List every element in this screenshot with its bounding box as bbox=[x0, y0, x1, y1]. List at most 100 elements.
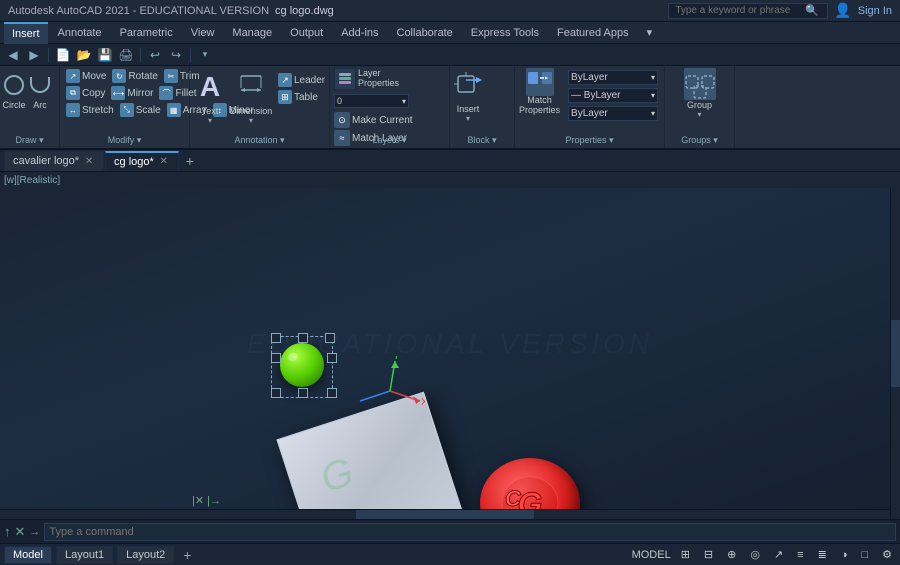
layers-group-label[interactable]: Layers ▾ bbox=[330, 135, 449, 146]
layer-properties-button[interactable] bbox=[334, 68, 356, 90]
qat-save-button[interactable]: 💾 bbox=[96, 46, 114, 64]
cmd-arrow-icon[interactable]: → bbox=[29, 526, 40, 538]
groups-group-label[interactable]: Groups ▾ bbox=[665, 135, 734, 146]
ribbon-tab-view[interactable]: View bbox=[183, 22, 223, 44]
status-sel-icon[interactable]: □ bbox=[857, 548, 872, 562]
status-model-label: MODEL bbox=[632, 549, 671, 561]
properties-group-label[interactable]: Properties ▾ bbox=[515, 135, 664, 146]
ribbon-tab-output[interactable]: Output bbox=[282, 22, 331, 44]
ribbon-tab-insert[interactable]: Insert bbox=[4, 22, 48, 44]
status-gear-icon[interactable]: ⚙ bbox=[878, 547, 896, 562]
draw-group-label[interactable]: Draw ▾ bbox=[0, 135, 59, 146]
group-icon bbox=[684, 68, 716, 100]
layer-dropdown[interactable]: 0 ▾ bbox=[334, 94, 409, 108]
qat-back-button[interactable]: ◀ bbox=[4, 46, 22, 64]
scale-button[interactable]: ⤡ Scale bbox=[118, 102, 163, 118]
groups-group: Group ▾ Groups ▾ bbox=[665, 66, 735, 148]
rotate-icon: ↻ bbox=[112, 69, 126, 83]
ribbon-tab-parametric[interactable]: Parametric bbox=[112, 22, 181, 44]
mirror-icon: ⟷ bbox=[111, 86, 125, 100]
qat-new-button[interactable]: 📄 bbox=[54, 46, 72, 64]
qat-undo-button[interactable]: ↩ bbox=[146, 46, 164, 64]
status-tab-add-button[interactable]: + bbox=[178, 546, 196, 564]
status-lweight-icon[interactable]: ≣ bbox=[814, 547, 831, 562]
canvas-area[interactable]: EDUCATIONAL VERSION G G C bbox=[0, 188, 900, 519]
green-sphere-object[interactable] bbox=[280, 343, 324, 387]
insert-label: Insert bbox=[457, 104, 480, 114]
linetype-dropdown[interactable]: — ByLayer ▾ bbox=[568, 88, 658, 103]
block-group: Insert ▾ Block ▾ bbox=[450, 66, 515, 148]
block-group-label[interactable]: Block ▾ bbox=[450, 135, 514, 146]
match-properties-label: MatchProperties bbox=[519, 96, 560, 116]
leader-button[interactable]: ↗ Leader bbox=[276, 72, 327, 88]
qat-forward-button[interactable]: ▶ bbox=[25, 46, 43, 64]
match-properties-button[interactable]: MatchProperties bbox=[519, 68, 560, 116]
status-snap-icon[interactable]: ⊟ bbox=[700, 547, 717, 562]
search-input[interactable] bbox=[675, 5, 805, 16]
move-button[interactable]: ↗ Move bbox=[64, 68, 108, 84]
doc-tab-cglogo-close[interactable]: ✕ bbox=[158, 156, 170, 167]
text-icon: A bbox=[194, 68, 226, 106]
qat-print-button[interactable]: 🖨 bbox=[117, 46, 135, 64]
trim-icon: ✂ bbox=[164, 69, 178, 83]
doc-tab-cavalier-close[interactable]: ✕ bbox=[83, 156, 95, 167]
doc-tab-cavalier[interactable]: cavalier logo* ✕ bbox=[4, 151, 104, 171]
ribbon-tab-annotate[interactable]: Annotate bbox=[50, 22, 110, 44]
selection-handle-bottomleft bbox=[271, 388, 281, 398]
rotate-button[interactable]: ↻ Rotate bbox=[110, 68, 159, 84]
status-polar-icon[interactable]: ◎ bbox=[746, 547, 764, 562]
status-tab-model[interactable]: Model bbox=[4, 546, 52, 564]
sign-in-link[interactable]: Sign In bbox=[858, 5, 892, 17]
viewport-icon[interactable]: |✕ |→ bbox=[192, 494, 221, 507]
copy-button[interactable]: ⧉ Copy bbox=[64, 85, 107, 101]
status-tab-layout1[interactable]: Layout1 bbox=[56, 546, 113, 564]
selection-handle-top bbox=[298, 333, 308, 343]
stretch-button[interactable]: ↔ Stretch bbox=[64, 102, 116, 118]
qat-sep2 bbox=[140, 48, 141, 62]
cmd-expand-icon[interactable]: ↑ bbox=[4, 524, 11, 539]
linetype-dropdown-chevron: ▾ bbox=[651, 91, 655, 100]
status-isnap-icon[interactable]: ↗ bbox=[770, 547, 787, 562]
cmd-settings-icon[interactable]: ✕ bbox=[15, 524, 26, 540]
status-trans-icon[interactable]: ◑ bbox=[837, 548, 852, 562]
viewport-info: [w][Realistic] bbox=[0, 172, 900, 188]
lineweight-dropdown[interactable]: ByLayer ▾ bbox=[568, 106, 658, 121]
arc-icon bbox=[30, 77, 50, 93]
status-ortho-icon[interactable]: ⊕ bbox=[723, 547, 740, 562]
mirror-button[interactable]: ⟷ Mirror bbox=[109, 85, 155, 101]
circle-button[interactable]: Circle bbox=[3, 68, 25, 112]
text-button[interactable]: A Text ▾ bbox=[194, 68, 226, 125]
scrollbar-bottom[interactable] bbox=[0, 509, 890, 519]
qat-redo-button[interactable]: ↪ bbox=[167, 46, 185, 64]
command-input[interactable] bbox=[44, 523, 896, 541]
group-button[interactable]: Group ▾ bbox=[684, 68, 716, 119]
ribbon-tab-express[interactable]: Express Tools bbox=[463, 22, 547, 44]
qat-open-button[interactable]: 📂 bbox=[75, 46, 93, 64]
color-dropdown[interactable]: ByLayer ▾ bbox=[568, 70, 658, 85]
status-dyn-icon[interactable]: ≡ bbox=[793, 548, 807, 562]
arc-label: Arc bbox=[33, 100, 47, 110]
arc-button[interactable]: Arc bbox=[29, 68, 51, 112]
table-button[interactable]: ⊞ Table bbox=[276, 89, 327, 105]
ribbon-tab-more[interactable]: ▾ bbox=[639, 22, 661, 44]
coordinate-axes: X Y bbox=[355, 356, 425, 429]
doc-tab-cglogo[interactable]: cg logo* ✕ bbox=[105, 151, 179, 171]
ribbon-tab-featured[interactable]: Featured Apps bbox=[549, 22, 637, 44]
ribbon-tab-addins[interactable]: Add-ins bbox=[333, 22, 386, 44]
make-current-button[interactable]: ⊙ Make Current bbox=[334, 112, 413, 128]
ribbon-tab-manage[interactable]: Manage bbox=[224, 22, 280, 44]
doc-tab-add-button[interactable]: + bbox=[180, 151, 200, 171]
dimension-button[interactable]: Dimension ▾ bbox=[233, 68, 269, 125]
insert-block-button[interactable]: Insert ▾ bbox=[454, 68, 482, 123]
leader-icon: ↗ bbox=[278, 73, 292, 87]
chevron-down-icon: ▾ bbox=[402, 97, 406, 106]
selection-handle-topright bbox=[325, 333, 335, 343]
qat-extra[interactable]: ▾ bbox=[196, 46, 214, 64]
modify-group-label[interactable]: Modify ▾ bbox=[60, 135, 189, 146]
annotation-group-label[interactable]: Annotation ▾ bbox=[190, 135, 329, 146]
scrollbar-right[interactable] bbox=[890, 188, 900, 519]
status-grid-icon[interactable]: ⊞ bbox=[677, 547, 694, 562]
status-tab-layout2[interactable]: Layout2 bbox=[117, 546, 174, 564]
search-box[interactable]: 🔍 bbox=[668, 3, 828, 19]
ribbon-tab-collaborate[interactable]: Collaborate bbox=[389, 22, 461, 44]
